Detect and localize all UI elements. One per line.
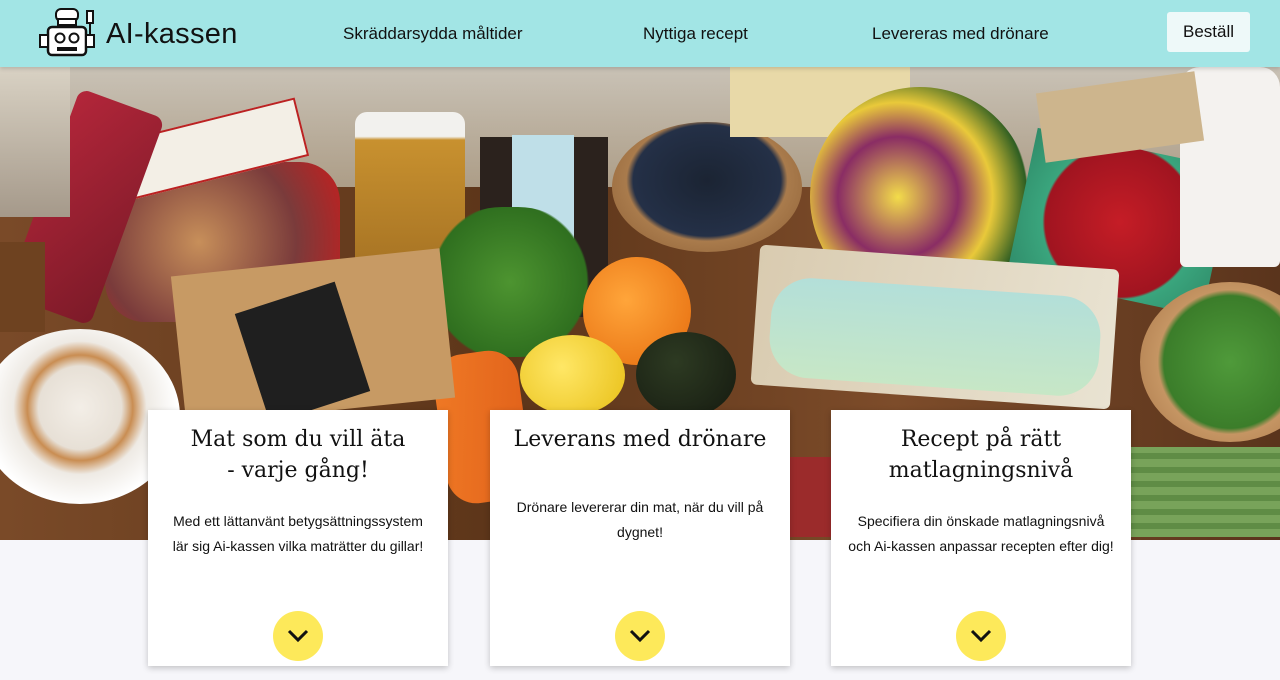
card-title: Mat som du vill äta - varje gång! bbox=[190, 427, 406, 483]
card-title: Leverans med drönare bbox=[513, 427, 767, 452]
chevron-down-icon bbox=[970, 629, 992, 643]
nav-drone-delivery[interactable]: Levereras med drönare bbox=[872, 24, 1049, 44]
card-title: Recept på rätt matlagningsnivå bbox=[888, 427, 1074, 483]
nav-tailored-meals[interactable]: Skräddarsydda måltider bbox=[343, 24, 523, 44]
expand-button[interactable] bbox=[615, 611, 665, 661]
card-text: Drönare levererar din mat, när du vill p… bbox=[516, 499, 764, 540]
feature-card-drone: Leverans med drönare Drönare levererar d… bbox=[490, 410, 790, 666]
site-header: AI-kassen Skräddarsydda måltider Nyttiga… bbox=[0, 0, 1280, 67]
brand-logo-link[interactable]: AI-kassen bbox=[38, 7, 238, 61]
feature-card-cooking-level: Recept på rätt matlagningsnivå Specifier… bbox=[831, 410, 1131, 666]
order-button[interactable]: Beställ bbox=[1167, 12, 1250, 52]
blueberry-bowl bbox=[612, 122, 802, 252]
bread-loaf bbox=[0, 242, 45, 332]
robot-chef-icon bbox=[39, 8, 95, 57]
brand-name: AI-kassen bbox=[106, 17, 238, 50]
avocado bbox=[636, 332, 736, 417]
card-text: Specifiera din önskade matlagningsnivå o… bbox=[848, 513, 1114, 554]
nav-healthy-recipes[interactable]: Nyttiga recept bbox=[643, 24, 748, 44]
feature-card-ratings: Mat som du vill äta - varje gång! Med et… bbox=[148, 410, 448, 666]
chevron-down-icon bbox=[629, 629, 651, 643]
expand-button[interactable] bbox=[956, 611, 1006, 661]
card-text: Med ett lättanvänt betygsättningssystem … bbox=[172, 513, 424, 554]
expand-button[interactable] bbox=[273, 611, 323, 661]
olive-oil-can bbox=[0, 67, 70, 217]
asparagus bbox=[1130, 447, 1280, 537]
lemon bbox=[520, 335, 625, 415]
chevron-down-icon bbox=[287, 629, 309, 643]
